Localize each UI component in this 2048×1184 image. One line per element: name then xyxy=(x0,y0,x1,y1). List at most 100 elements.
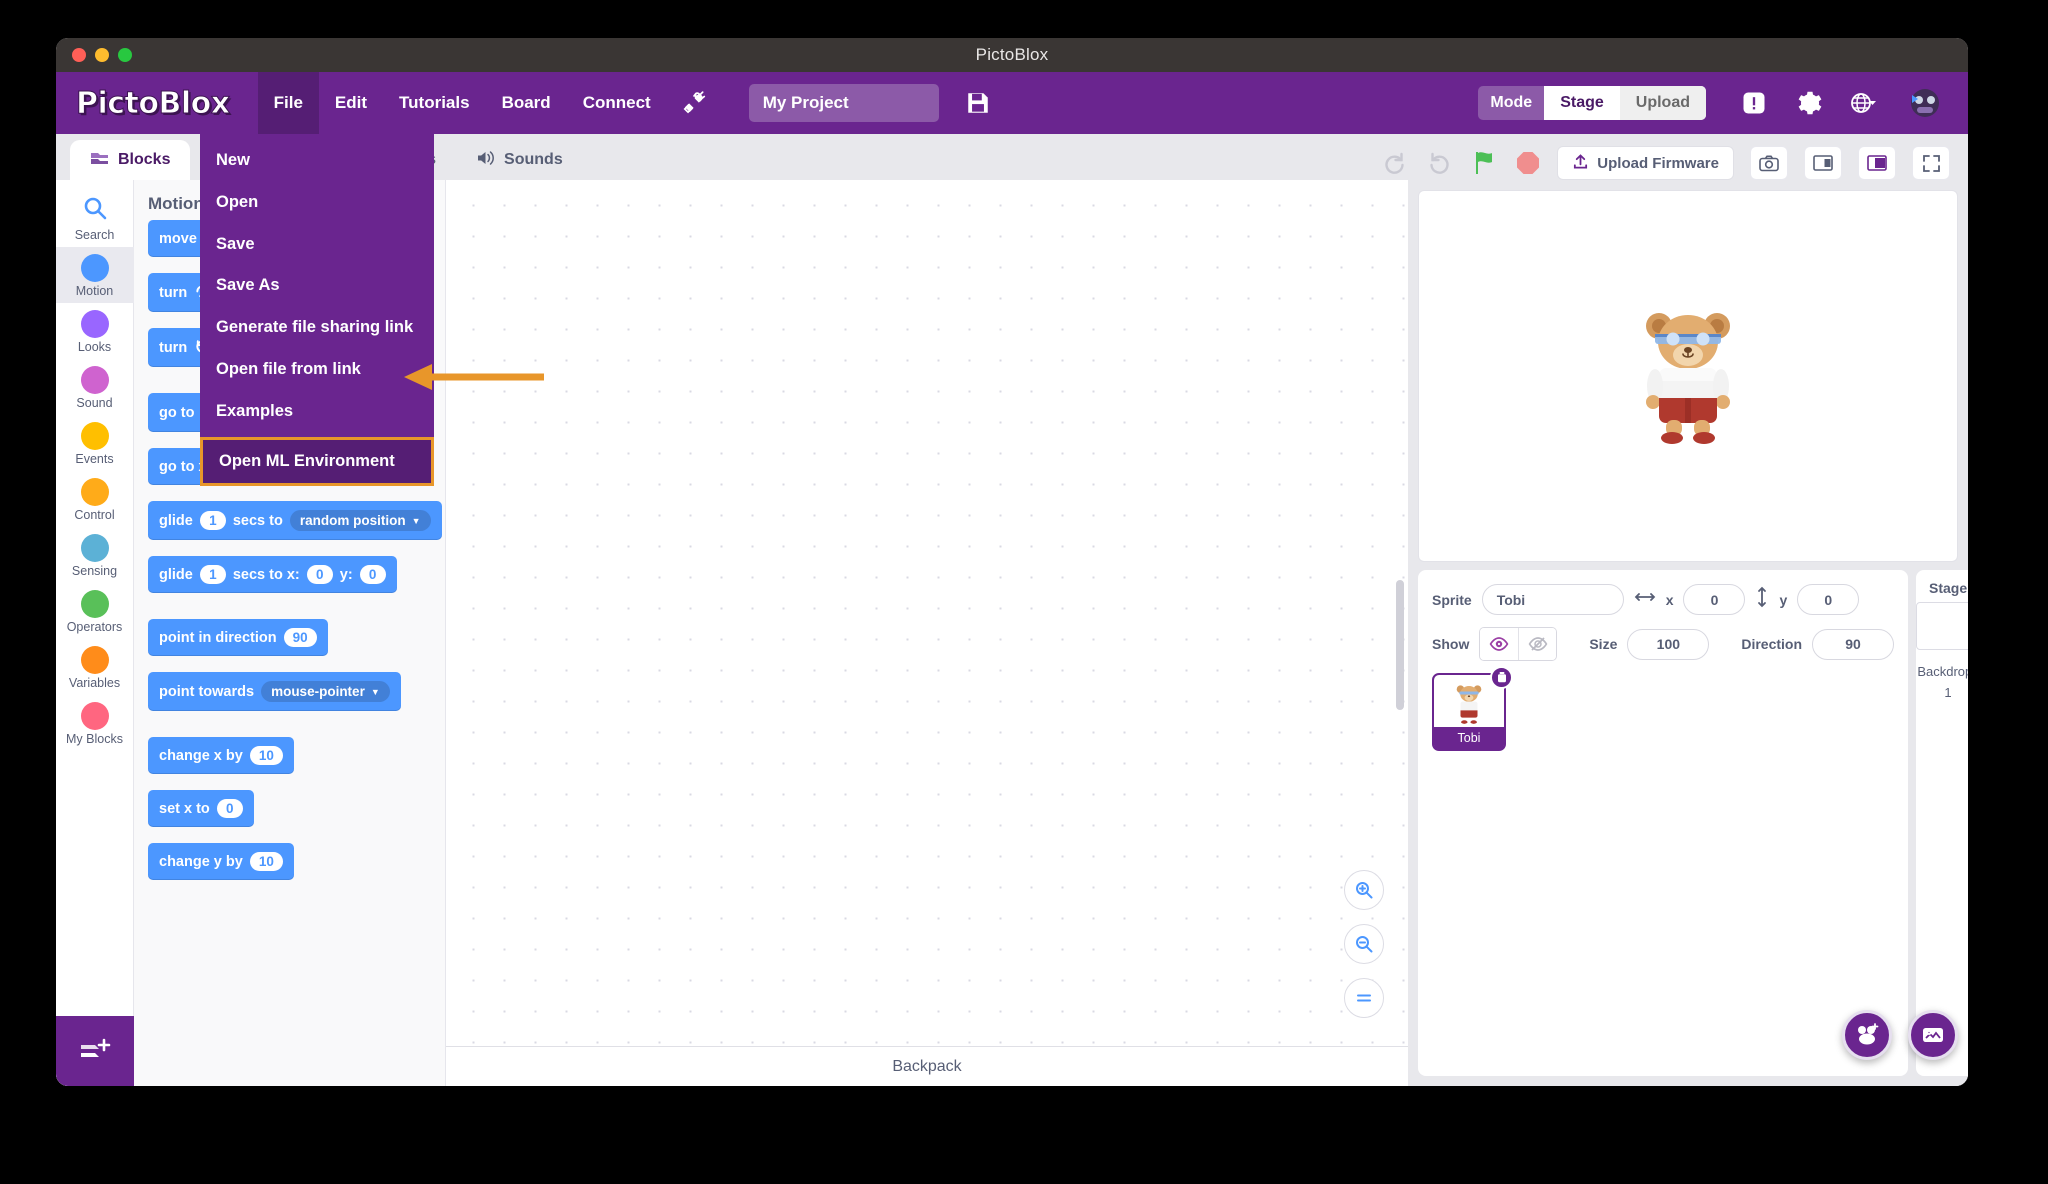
stage-canvas[interactable] xyxy=(1418,190,1958,562)
block-dropdown-target[interactable]: mouse-pointer ▼ xyxy=(261,681,390,702)
add-backdrop-button[interactable] xyxy=(1908,1010,1959,1060)
sprite-properties-row: Show Size 100 Direction 90 xyxy=(1418,615,1908,661)
block-input-secs[interactable]: 1 xyxy=(199,511,226,530)
category-operators[interactable]: Operators xyxy=(56,583,134,639)
mode-option-upload[interactable]: Upload xyxy=(1619,86,1706,120)
plug-icon[interactable] xyxy=(667,72,721,134)
backpack-bar[interactable]: Backpack xyxy=(446,1046,1408,1086)
block-text: set x to xyxy=(159,800,210,817)
category-variables[interactable]: Variables xyxy=(56,639,134,695)
show-label: Show xyxy=(1432,636,1470,652)
fullscreen-icon[interactable] xyxy=(1912,146,1950,180)
category-search[interactable]: Search xyxy=(56,188,134,247)
camera-icon[interactable] xyxy=(1750,146,1788,180)
vertical-arrows-icon xyxy=(1755,586,1769,613)
stage-column: Sprite Tobi x 0 y 0 Show Size 100 Direct… xyxy=(1408,180,1968,1086)
stage-thumbnail[interactable] xyxy=(1916,602,1968,650)
block-input-x[interactable]: 0 xyxy=(306,565,333,584)
size-input[interactable]: 100 xyxy=(1627,628,1710,660)
category-sensing[interactable]: Sensing xyxy=(56,527,134,583)
x-input[interactable]: 0 xyxy=(1683,584,1746,615)
block-input-secs[interactable]: 1 xyxy=(199,565,226,584)
block-text: change x by xyxy=(159,747,243,764)
block-change-x-by[interactable]: change x by 10 xyxy=(148,737,294,774)
stop-sign-icon[interactable] xyxy=(1515,150,1541,176)
sprite-list: Tobi xyxy=(1418,661,1908,763)
y-input[interactable]: 0 xyxy=(1797,584,1860,615)
menu-item-examples[interactable]: Examples xyxy=(200,391,434,433)
tab-blocks[interactable]: Blocks xyxy=(70,140,191,180)
block-input-y[interactable]: 0 xyxy=(359,565,386,584)
annotation-arrow xyxy=(394,362,544,397)
menu-item-save[interactable]: Save xyxy=(200,224,434,266)
operators-color-dot xyxy=(80,590,109,618)
menu-tutorials[interactable]: Tutorials xyxy=(383,72,486,134)
mode-option-stage[interactable]: Stage xyxy=(1544,86,1620,120)
zoom-in-icon[interactable] xyxy=(1344,870,1384,910)
backdrops-label: Backdrops xyxy=(1917,664,1968,679)
trash-icon[interactable] xyxy=(1490,666,1513,689)
block-change-y-by[interactable]: change y by 10 xyxy=(148,843,294,880)
block-input-dy[interactable]: 10 xyxy=(249,852,283,871)
menu-item-new[interactable]: New xyxy=(200,140,434,182)
user-avatar-icon[interactable] xyxy=(1906,87,1944,119)
block-text: point towards xyxy=(159,683,255,700)
add-sprite-button[interactable] xyxy=(1842,1010,1893,1060)
undo-icon[interactable] xyxy=(1425,150,1455,176)
workspace-zoom-controls xyxy=(1344,870,1384,1018)
block-input-x[interactable]: 0 xyxy=(216,799,243,818)
category-motion[interactable]: Motion xyxy=(56,247,134,303)
sprite-name-input[interactable]: Tobi xyxy=(1481,584,1624,615)
dropdown-value: random position xyxy=(299,513,406,528)
eye-visible-icon[interactable] xyxy=(1480,628,1519,660)
menu-item-open-ml-environment[interactable]: Open ML Environment xyxy=(200,436,434,487)
large-stage-icon[interactable] xyxy=(1858,146,1896,180)
tab-sounds[interactable]: Sounds xyxy=(456,140,583,180)
sprite-info-row: Sprite Tobi x 0 y 0 xyxy=(1418,570,1908,615)
control-color-dot xyxy=(80,478,109,506)
upload-firmware-button[interactable]: Upload Firmware xyxy=(1557,146,1734,180)
category-my-blocks-label: My Blocks xyxy=(66,732,123,746)
sprite-card-tobi[interactable]: Tobi xyxy=(1432,666,1513,751)
menu-board[interactable]: Board xyxy=(486,72,567,134)
menu-connect[interactable]: Connect xyxy=(567,72,667,134)
block-glide-to-xy[interactable]: glide 1 secs to x: 0 y: 0 xyxy=(148,556,397,593)
code-workspace[interactable]: Backpack xyxy=(446,180,1408,1086)
menu-item-generate-file-sharing-link[interactable]: Generate file sharing link xyxy=(200,307,434,349)
category-my-blocks[interactable]: My Blocks xyxy=(56,695,134,751)
eye-hidden-icon[interactable] xyxy=(1518,628,1557,660)
block-input-dx[interactable]: 10 xyxy=(249,746,283,765)
floppy-save-icon[interactable] xyxy=(965,90,991,116)
block-input-direction[interactable]: 90 xyxy=(283,628,317,647)
category-sound-label: Sound xyxy=(76,396,113,410)
category-control[interactable]: Control xyxy=(56,471,134,527)
direction-input[interactable]: 90 xyxy=(1812,628,1895,660)
block-set-x-to[interactable]: set x to 0 xyxy=(148,790,254,827)
green-flag-icon[interactable] xyxy=(1471,149,1499,177)
motion-color-dot xyxy=(80,254,109,282)
menu-edit[interactable]: Edit xyxy=(319,72,383,134)
blocks-icon xyxy=(90,150,110,171)
category-operators-label: Operators xyxy=(66,620,123,634)
add-extension-button[interactable] xyxy=(56,1016,134,1086)
workspace-vertical-scrollbar[interactable] xyxy=(1396,580,1404,710)
category-sound[interactable]: Sound xyxy=(56,359,134,415)
block-dropdown-target[interactable]: random position ▼ xyxy=(289,510,431,531)
alert-icon[interactable] xyxy=(1740,89,1768,117)
menu-item-save-as[interactable]: Save As xyxy=(200,265,434,307)
menu-item-open[interactable]: Open xyxy=(200,182,434,224)
redo-icon[interactable] xyxy=(1379,150,1409,176)
project-name-input[interactable]: My Project xyxy=(748,84,939,122)
category-looks[interactable]: Looks xyxy=(56,303,134,359)
zoom-reset-icon[interactable] xyxy=(1344,978,1384,1018)
block-point-in-direction[interactable]: point in direction 90 xyxy=(148,619,328,656)
menu-file[interactable]: File xyxy=(257,72,319,134)
block-glide-to[interactable]: glide 1 secs to random position ▼ xyxy=(148,501,442,540)
globe-icon[interactable] xyxy=(1850,90,1880,116)
zoom-out-icon[interactable] xyxy=(1344,924,1384,964)
small-stage-icon[interactable] xyxy=(1804,146,1842,180)
category-events[interactable]: Events xyxy=(56,415,134,471)
gear-icon[interactable] xyxy=(1794,88,1824,118)
block-text: glide xyxy=(159,566,193,583)
block-point-towards[interactable]: point towards mouse-pointer ▼ xyxy=(148,672,401,711)
